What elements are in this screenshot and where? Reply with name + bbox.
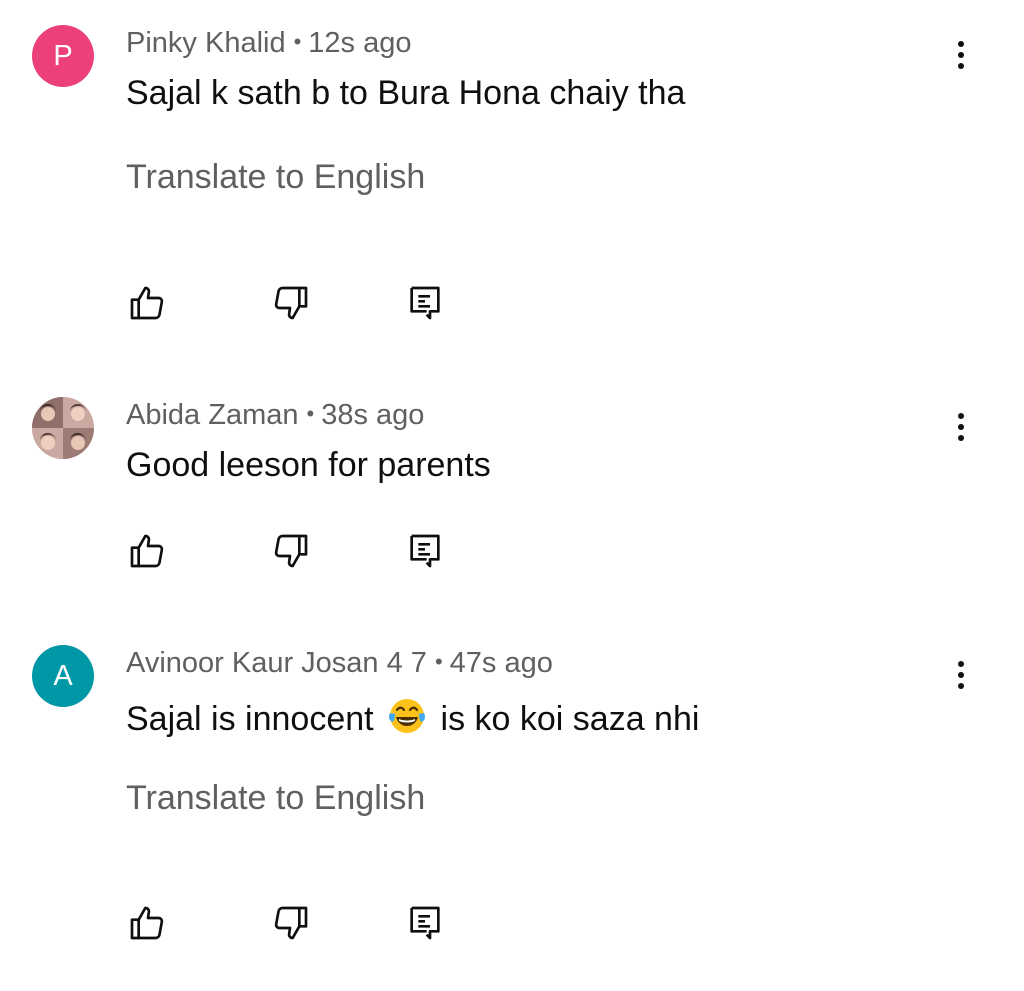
like-button[interactable] [124, 280, 170, 326]
reply-button[interactable] [402, 528, 448, 574]
comment-time[interactable]: 38s ago [321, 399, 424, 431]
dislike-icon [274, 286, 308, 320]
dislike-button[interactable] [268, 280, 314, 326]
like-button[interactable] [124, 528, 170, 574]
comment-time[interactable]: 12s ago [308, 27, 411, 59]
avatar[interactable]: A [32, 645, 94, 707]
dislike-button[interactable] [268, 528, 314, 574]
comment-text: Good leeson for parents [126, 446, 491, 484]
author-name[interactable]: Abida Zaman [126, 399, 299, 431]
comment-meta: Pinky Khalid • 12s ago [126, 29, 412, 58]
face-with-tears-of-joy-icon [387, 696, 427, 742]
like-icon [130, 286, 164, 320]
dislike-icon [274, 906, 308, 940]
translate-button[interactable]: Translate to English [126, 781, 425, 815]
reply-icon [410, 906, 440, 940]
more-vert-icon[interactable] [945, 655, 977, 695]
avatar[interactable]: P [32, 25, 94, 87]
comment-text-part-1: Sajal is innocent [126, 700, 374, 738]
dislike-icon [274, 534, 308, 568]
meta-separator: • [293, 29, 302, 54]
meta-separator: • [306, 401, 315, 426]
reply-icon [410, 286, 440, 320]
like-icon [130, 906, 164, 940]
author-name[interactable]: Avinoor Kaur Josan 4 7 [126, 647, 427, 679]
more-vert-icon[interactable] [945, 35, 977, 75]
comment-text: Sajal is innocent is ko koi saza nhi [126, 696, 699, 742]
avatar-photo-icon [32, 397, 94, 459]
comment-meta: Avinoor Kaur Josan 4 7 • 47s ago [126, 649, 553, 678]
translate-button[interactable]: Translate to English [126, 160, 425, 194]
avatar-letter: P [53, 39, 73, 72]
comment-meta: Abida Zaman • 38s ago [126, 401, 424, 430]
meta-separator: • [434, 649, 443, 674]
more-vert-icon[interactable] [945, 407, 977, 447]
avatar[interactable] [32, 397, 94, 459]
reply-button[interactable] [402, 900, 448, 946]
comment-text: Sajal k sath b to Bura Hona chaiy tha [126, 74, 686, 112]
reply-icon [410, 534, 440, 568]
comment-time[interactable]: 47s ago [450, 647, 553, 679]
reply-button[interactable] [402, 280, 448, 326]
like-icon [130, 534, 164, 568]
like-button[interactable] [124, 900, 170, 946]
author-name[interactable]: Pinky Khalid [126, 27, 286, 59]
dislike-button[interactable] [268, 900, 314, 946]
comment-text-part-2: is ko koi saza nhi [440, 700, 700, 738]
avatar-letter: A [53, 659, 73, 692]
